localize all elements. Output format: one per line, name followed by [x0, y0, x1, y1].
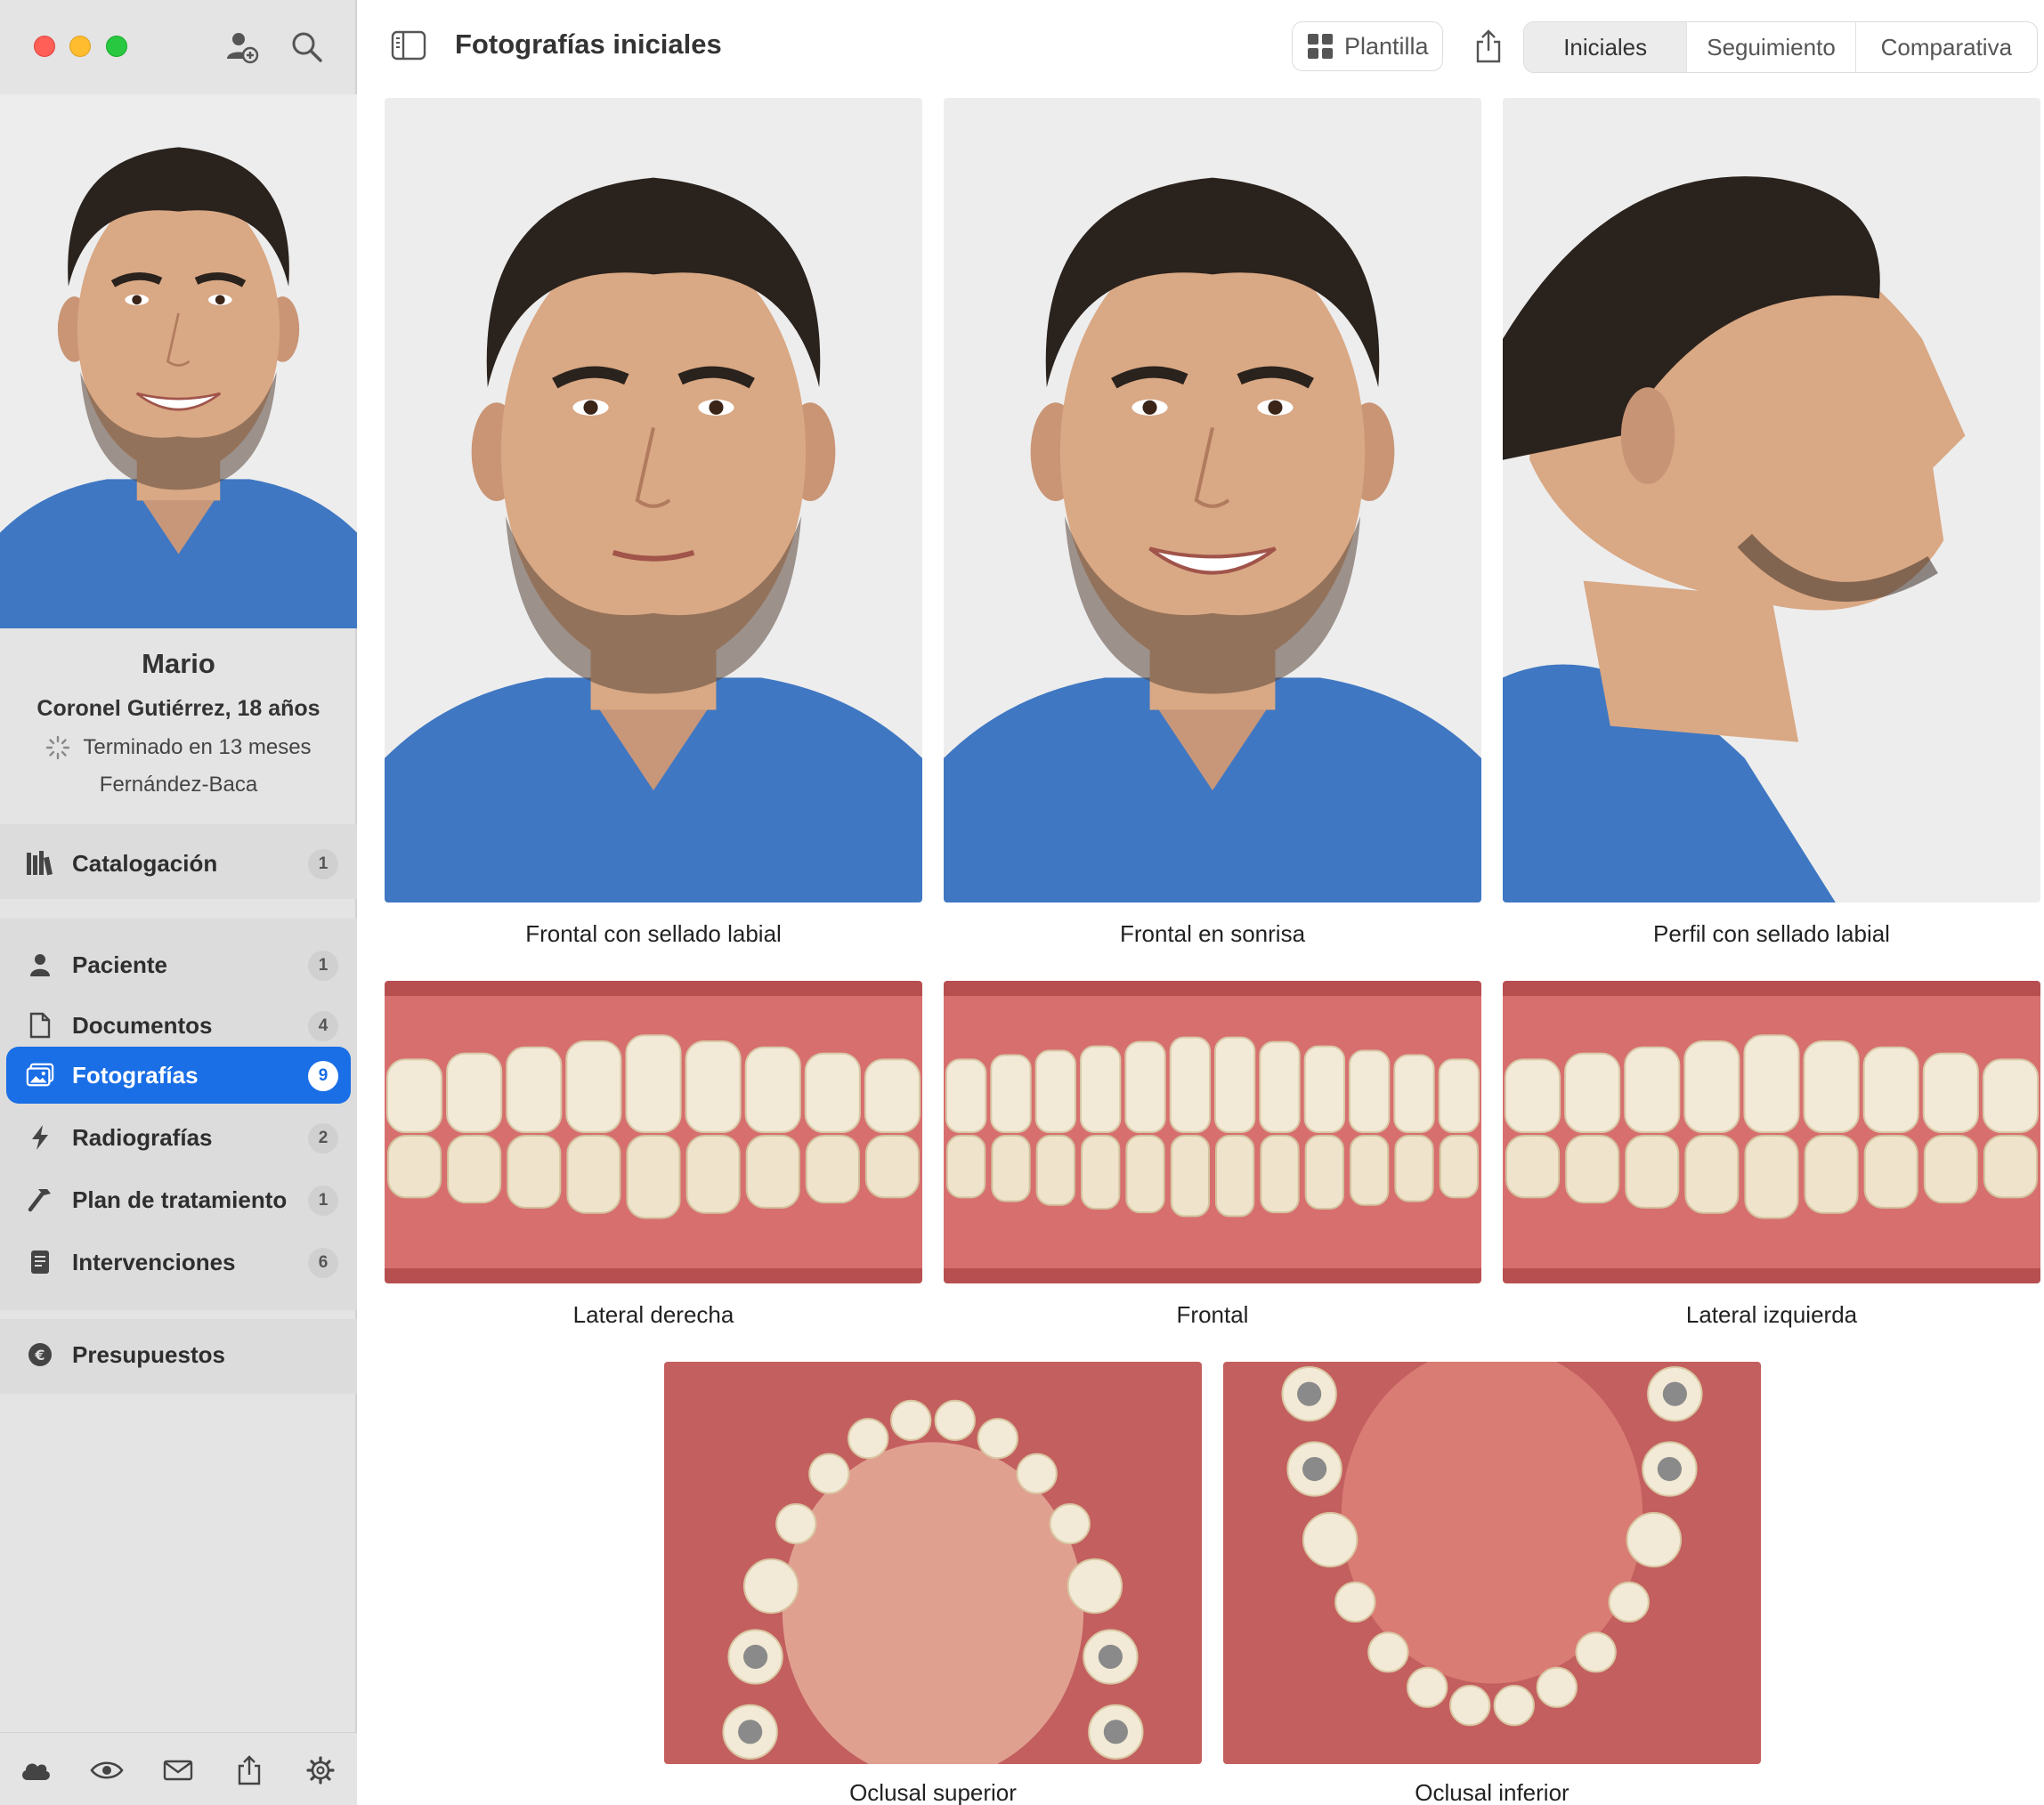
minimize-window-button[interactable]	[69, 36, 91, 57]
sidebar-item-label: Presupuestos	[72, 1340, 225, 1368]
notepad-icon	[26, 1248, 54, 1276]
sidebar-item-label: Paciente	[72, 951, 167, 978]
sidebar-item-documentos[interactable]: Documentos 4	[6, 997, 351, 1054]
search-button[interactable]	[287, 27, 328, 68]
export-button[interactable]	[231, 1752, 267, 1788]
svg-text:€: €	[34, 1347, 45, 1364]
photo-frontal-sonrisa[interactable]	[944, 98, 1481, 902]
close-window-button[interactable]	[34, 36, 55, 57]
sidebar-item-label: Catalogación	[72, 849, 218, 877]
page-title: Fotografías iniciales	[455, 28, 722, 60]
sidebar-item-label: Intervenciones	[72, 1248, 236, 1275]
count-badge: 1	[308, 1186, 338, 1216]
mail-button[interactable]	[160, 1752, 196, 1788]
photos-icon	[26, 1061, 54, 1089]
template-button-label: Plantilla	[1344, 32, 1429, 60]
search-icon	[292, 32, 322, 62]
patient-avatar-photo[interactable]	[0, 94, 357, 628]
photo-lateral-izquierda[interactable]	[1503, 981, 2040, 1283]
sidebar-item-presupuestos[interactable]: € Presupuestos	[6, 1326, 351, 1383]
photo-frontal-sellado[interactable]	[385, 98, 922, 902]
share-icon	[1476, 29, 1501, 63]
segment-comparativa[interactable]: Comparativa	[1856, 22, 2037, 72]
count-badge: 9	[308, 1061, 338, 1091]
count-badge: 6	[308, 1248, 338, 1278]
cloud-icon	[22, 1763, 50, 1780]
patient-first-name: Mario	[142, 648, 215, 679]
add-patient-button[interactable]	[222, 27, 263, 68]
export-icon	[238, 1755, 261, 1785]
sidebar-item-fotografias[interactable]: Fotografías 9	[6, 1047, 351, 1104]
photo-caption: Frontal en sonrisa	[1119, 920, 1306, 947]
sidebar-item-label: Radiografías	[72, 1123, 213, 1151]
photo-caption: Perfil con sellado labial	[1653, 920, 1890, 947]
euro-icon: €	[26, 1340, 54, 1369]
photo-frontal-intraoral[interactable]	[944, 981, 1481, 1283]
photo-set-segmented-control: Iniciales Seguimiento Comparativa	[1523, 21, 2038, 73]
photo-oclusal-superior[interactable]	[664, 1362, 1202, 1764]
books-icon	[26, 849, 54, 878]
treatment-status: Terminado en 13 meses	[0, 735, 357, 760]
count-badge: 1	[308, 951, 338, 981]
count-badge: 2	[308, 1123, 338, 1153]
sidebar-item-radiografias[interactable]: Radiografías 2	[6, 1109, 351, 1166]
mail-icon	[163, 1760, 193, 1781]
settings-button[interactable]	[303, 1752, 338, 1788]
sidebar-toggle-icon	[391, 30, 426, 61]
sidebar-item-label: Documentos	[72, 1011, 213, 1039]
photo-caption: Frontal con sellado labial	[525, 920, 782, 947]
photo-caption: Lateral derecha	[572, 1301, 734, 1328]
eye-icon	[90, 1761, 124, 1779]
photo-caption: Lateral izquierda	[1685, 1301, 1858, 1328]
sidebar-item-plan-tratamiento[interactable]: Plan de tratamiento 1	[6, 1171, 351, 1228]
preview-button[interactable]	[89, 1752, 125, 1788]
sidebar-bottom-bar	[0, 1732, 357, 1805]
toolbar: Fotografías iniciales Plantilla Iniciale…	[359, 0, 2044, 91]
share-button[interactable]	[1466, 21, 1511, 71]
gear-icon	[306, 1756, 335, 1785]
progress-spinner-icon	[46, 735, 70, 760]
template-button[interactable]: Plantilla	[1292, 21, 1443, 71]
photo-caption: Oclusal inferior	[1415, 1779, 1570, 1805]
sidebar-item-paciente[interactable]: Paciente 1	[6, 936, 351, 993]
photo-lateral-derecha[interactable]	[385, 981, 922, 1283]
bolt-icon	[26, 1123, 54, 1152]
photo-oclusal-inferior[interactable]	[1223, 1362, 1761, 1764]
grid-layout-icon	[1308, 34, 1333, 59]
sidebar-item-label: Fotografías	[72, 1061, 199, 1089]
document-icon	[26, 1011, 54, 1040]
sidebar-item-intervenciones[interactable]: Intervenciones 6	[6, 1234, 351, 1291]
hammer-icon	[26, 1186, 54, 1214]
zoom-window-button[interactable]	[106, 36, 127, 57]
toggle-sidebar-button[interactable]	[391, 30, 426, 61]
count-badge: 1	[308, 849, 338, 879]
segment-seguimiento[interactable]: Seguimiento	[1687, 22, 1856, 72]
doctor-name: Fernández-Baca	[99, 773, 258, 797]
sidebar-item-catalogacion[interactable]: Catalogación 1	[6, 835, 351, 892]
patient-surname-age: Coronel Gutiérrez, 18 años	[36, 696, 320, 721]
count-badge: 4	[308, 1011, 338, 1041]
treatment-status-text: Terminado en 13 meses	[83, 735, 312, 759]
add-person-icon	[227, 33, 259, 64]
photo-perfil-sellado[interactable]	[1503, 98, 2040, 902]
cloud-sync-button[interactable]	[18, 1752, 53, 1788]
person-icon	[26, 951, 54, 979]
photo-caption: Frontal	[1176, 1301, 1249, 1328]
photo-caption: Oclusal superior	[849, 1779, 1017, 1805]
segment-iniciales[interactable]: Iniciales	[1524, 22, 1688, 72]
sidebar: Mario Coronel Gutiérrez, 18 años Termina…	[0, 0, 357, 1805]
sidebar-item-label: Plan de tratamiento	[72, 1186, 288, 1213]
